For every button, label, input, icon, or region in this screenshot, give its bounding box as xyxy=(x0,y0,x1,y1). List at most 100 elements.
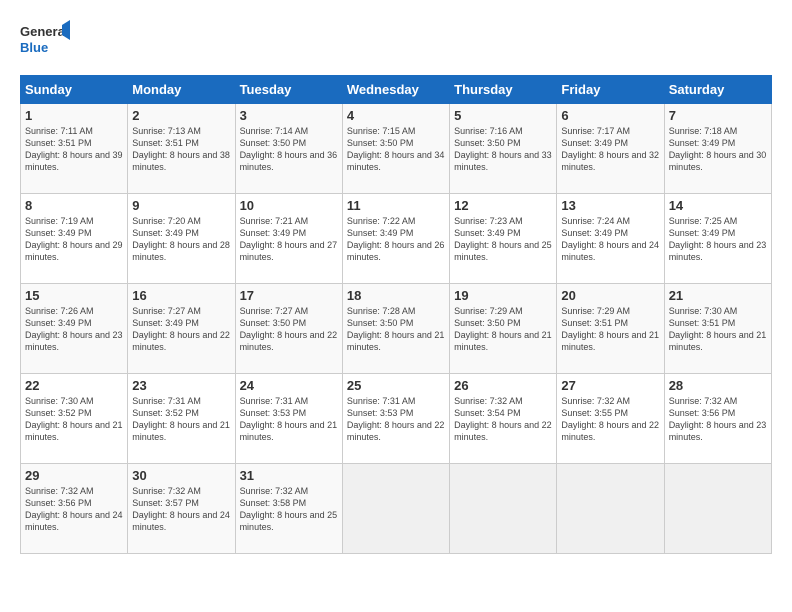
col-header-tuesday: Tuesday xyxy=(235,76,342,104)
day-detail: Sunrise: 7:24 AMSunset: 3:49 PMDaylight:… xyxy=(561,216,659,262)
day-detail: Sunrise: 7:11 AMSunset: 3:51 PMDaylight:… xyxy=(25,126,123,172)
day-cell-14: 14 Sunrise: 7:25 AMSunset: 3:49 PMDaylig… xyxy=(664,194,771,284)
day-detail: Sunrise: 7:22 AMSunset: 3:49 PMDaylight:… xyxy=(347,216,445,262)
day-cell-12: 12 Sunrise: 7:23 AMSunset: 3:49 PMDaylig… xyxy=(450,194,557,284)
logo: General Blue xyxy=(20,20,70,65)
day-number: 16 xyxy=(132,288,230,303)
day-cell-9: 9 Sunrise: 7:20 AMSunset: 3:49 PMDayligh… xyxy=(128,194,235,284)
empty-cell xyxy=(664,464,771,554)
day-cell-20: 20 Sunrise: 7:29 AMSunset: 3:51 PMDaylig… xyxy=(557,284,664,374)
day-number: 20 xyxy=(561,288,659,303)
day-number: 31 xyxy=(240,468,338,483)
day-cell-18: 18 Sunrise: 7:28 AMSunset: 3:50 PMDaylig… xyxy=(342,284,449,374)
day-number: 2 xyxy=(132,108,230,123)
day-cell-15: 15 Sunrise: 7:26 AMSunset: 3:49 PMDaylig… xyxy=(21,284,128,374)
day-cell-2: 2 Sunrise: 7:13 AMSunset: 3:51 PMDayligh… xyxy=(128,104,235,194)
day-number: 29 xyxy=(25,468,123,483)
day-number: 23 xyxy=(132,378,230,393)
day-number: 9 xyxy=(132,198,230,213)
day-cell-26: 26 Sunrise: 7:32 AMSunset: 3:54 PMDaylig… xyxy=(450,374,557,464)
day-detail: Sunrise: 7:14 AMSunset: 3:50 PMDaylight:… xyxy=(240,126,338,172)
day-number: 19 xyxy=(454,288,552,303)
day-detail: Sunrise: 7:29 AMSunset: 3:51 PMDaylight:… xyxy=(561,306,659,352)
day-number: 7 xyxy=(669,108,767,123)
svg-text:General: General xyxy=(20,24,68,39)
day-detail: Sunrise: 7:27 AMSunset: 3:49 PMDaylight:… xyxy=(132,306,230,352)
day-cell-7: 7 Sunrise: 7:18 AMSunset: 3:49 PMDayligh… xyxy=(664,104,771,194)
day-number: 8 xyxy=(25,198,123,213)
empty-cell xyxy=(342,464,449,554)
day-cell-5: 5 Sunrise: 7:16 AMSunset: 3:50 PMDayligh… xyxy=(450,104,557,194)
day-detail: Sunrise: 7:19 AMSunset: 3:49 PMDaylight:… xyxy=(25,216,123,262)
day-number: 6 xyxy=(561,108,659,123)
day-detail: Sunrise: 7:31 AMSunset: 3:52 PMDaylight:… xyxy=(132,396,230,442)
day-detail: Sunrise: 7:30 AMSunset: 3:51 PMDaylight:… xyxy=(669,306,767,352)
day-detail: Sunrise: 7:16 AMSunset: 3:50 PMDaylight:… xyxy=(454,126,552,172)
day-detail: Sunrise: 7:17 AMSunset: 3:49 PMDaylight:… xyxy=(561,126,659,172)
day-number: 25 xyxy=(347,378,445,393)
day-number: 18 xyxy=(347,288,445,303)
day-number: 21 xyxy=(669,288,767,303)
day-detail: Sunrise: 7:30 AMSunset: 3:52 PMDaylight:… xyxy=(25,396,123,442)
day-number: 12 xyxy=(454,198,552,213)
day-number: 27 xyxy=(561,378,659,393)
empty-cell xyxy=(557,464,664,554)
empty-cell xyxy=(450,464,557,554)
day-detail: Sunrise: 7:32 AMSunset: 3:54 PMDaylight:… xyxy=(454,396,552,442)
page-header: General Blue xyxy=(20,20,772,65)
day-detail: Sunrise: 7:32 AMSunset: 3:57 PMDaylight:… xyxy=(132,486,230,532)
day-cell-4: 4 Sunrise: 7:15 AMSunset: 3:50 PMDayligh… xyxy=(342,104,449,194)
day-cell-27: 27 Sunrise: 7:32 AMSunset: 3:55 PMDaylig… xyxy=(557,374,664,464)
day-number: 5 xyxy=(454,108,552,123)
day-cell-25: 25 Sunrise: 7:31 AMSunset: 3:53 PMDaylig… xyxy=(342,374,449,464)
day-detail: Sunrise: 7:18 AMSunset: 3:49 PMDaylight:… xyxy=(669,126,767,172)
day-number: 1 xyxy=(25,108,123,123)
day-detail: Sunrise: 7:28 AMSunset: 3:50 PMDaylight:… xyxy=(347,306,445,352)
day-number: 11 xyxy=(347,198,445,213)
day-number: 24 xyxy=(240,378,338,393)
day-detail: Sunrise: 7:31 AMSunset: 3:53 PMDaylight:… xyxy=(240,396,338,442)
day-number: 10 xyxy=(240,198,338,213)
col-header-thursday: Thursday xyxy=(450,76,557,104)
day-cell-23: 23 Sunrise: 7:31 AMSunset: 3:52 PMDaylig… xyxy=(128,374,235,464)
day-cell-13: 13 Sunrise: 7:24 AMSunset: 3:49 PMDaylig… xyxy=(557,194,664,284)
day-cell-30: 30 Sunrise: 7:32 AMSunset: 3:57 PMDaylig… xyxy=(128,464,235,554)
day-cell-19: 19 Sunrise: 7:29 AMSunset: 3:50 PMDaylig… xyxy=(450,284,557,374)
day-cell-1: 1 Sunrise: 7:11 AMSunset: 3:51 PMDayligh… xyxy=(21,104,128,194)
day-detail: Sunrise: 7:26 AMSunset: 3:49 PMDaylight:… xyxy=(25,306,123,352)
day-detail: Sunrise: 7:32 AMSunset: 3:55 PMDaylight:… xyxy=(561,396,659,442)
day-detail: Sunrise: 7:23 AMSunset: 3:49 PMDaylight:… xyxy=(454,216,552,262)
day-cell-8: 8 Sunrise: 7:19 AMSunset: 3:49 PMDayligh… xyxy=(21,194,128,284)
day-detail: Sunrise: 7:20 AMSunset: 3:49 PMDaylight:… xyxy=(132,216,230,262)
day-detail: Sunrise: 7:15 AMSunset: 3:50 PMDaylight:… xyxy=(347,126,445,172)
day-number: 14 xyxy=(669,198,767,213)
col-header-monday: Monday xyxy=(128,76,235,104)
day-number: 3 xyxy=(240,108,338,123)
day-cell-3: 3 Sunrise: 7:14 AMSunset: 3:50 PMDayligh… xyxy=(235,104,342,194)
day-detail: Sunrise: 7:31 AMSunset: 3:53 PMDaylight:… xyxy=(347,396,445,442)
day-cell-6: 6 Sunrise: 7:17 AMSunset: 3:49 PMDayligh… xyxy=(557,104,664,194)
day-number: 17 xyxy=(240,288,338,303)
day-number: 15 xyxy=(25,288,123,303)
logo-svg: General Blue xyxy=(20,20,70,65)
day-number: 30 xyxy=(132,468,230,483)
day-cell-21: 21 Sunrise: 7:30 AMSunset: 3:51 PMDaylig… xyxy=(664,284,771,374)
col-header-sunday: Sunday xyxy=(21,76,128,104)
day-cell-16: 16 Sunrise: 7:27 AMSunset: 3:49 PMDaylig… xyxy=(128,284,235,374)
day-cell-10: 10 Sunrise: 7:21 AMSunset: 3:49 PMDaylig… xyxy=(235,194,342,284)
day-detail: Sunrise: 7:27 AMSunset: 3:50 PMDaylight:… xyxy=(240,306,338,352)
day-cell-22: 22 Sunrise: 7:30 AMSunset: 3:52 PMDaylig… xyxy=(21,374,128,464)
col-header-wednesday: Wednesday xyxy=(342,76,449,104)
day-cell-29: 29 Sunrise: 7:32 AMSunset: 3:56 PMDaylig… xyxy=(21,464,128,554)
day-cell-24: 24 Sunrise: 7:31 AMSunset: 3:53 PMDaylig… xyxy=(235,374,342,464)
day-cell-31: 31 Sunrise: 7:32 AMSunset: 3:58 PMDaylig… xyxy=(235,464,342,554)
day-number: 4 xyxy=(347,108,445,123)
day-number: 26 xyxy=(454,378,552,393)
svg-text:Blue: Blue xyxy=(20,40,48,55)
day-detail: Sunrise: 7:29 AMSunset: 3:50 PMDaylight:… xyxy=(454,306,552,352)
day-detail: Sunrise: 7:21 AMSunset: 3:49 PMDaylight:… xyxy=(240,216,338,262)
col-header-saturday: Saturday xyxy=(664,76,771,104)
day-detail: Sunrise: 7:32 AMSunset: 3:56 PMDaylight:… xyxy=(669,396,767,442)
day-detail: Sunrise: 7:32 AMSunset: 3:58 PMDaylight:… xyxy=(240,486,338,532)
day-detail: Sunrise: 7:25 AMSunset: 3:49 PMDaylight:… xyxy=(669,216,767,262)
